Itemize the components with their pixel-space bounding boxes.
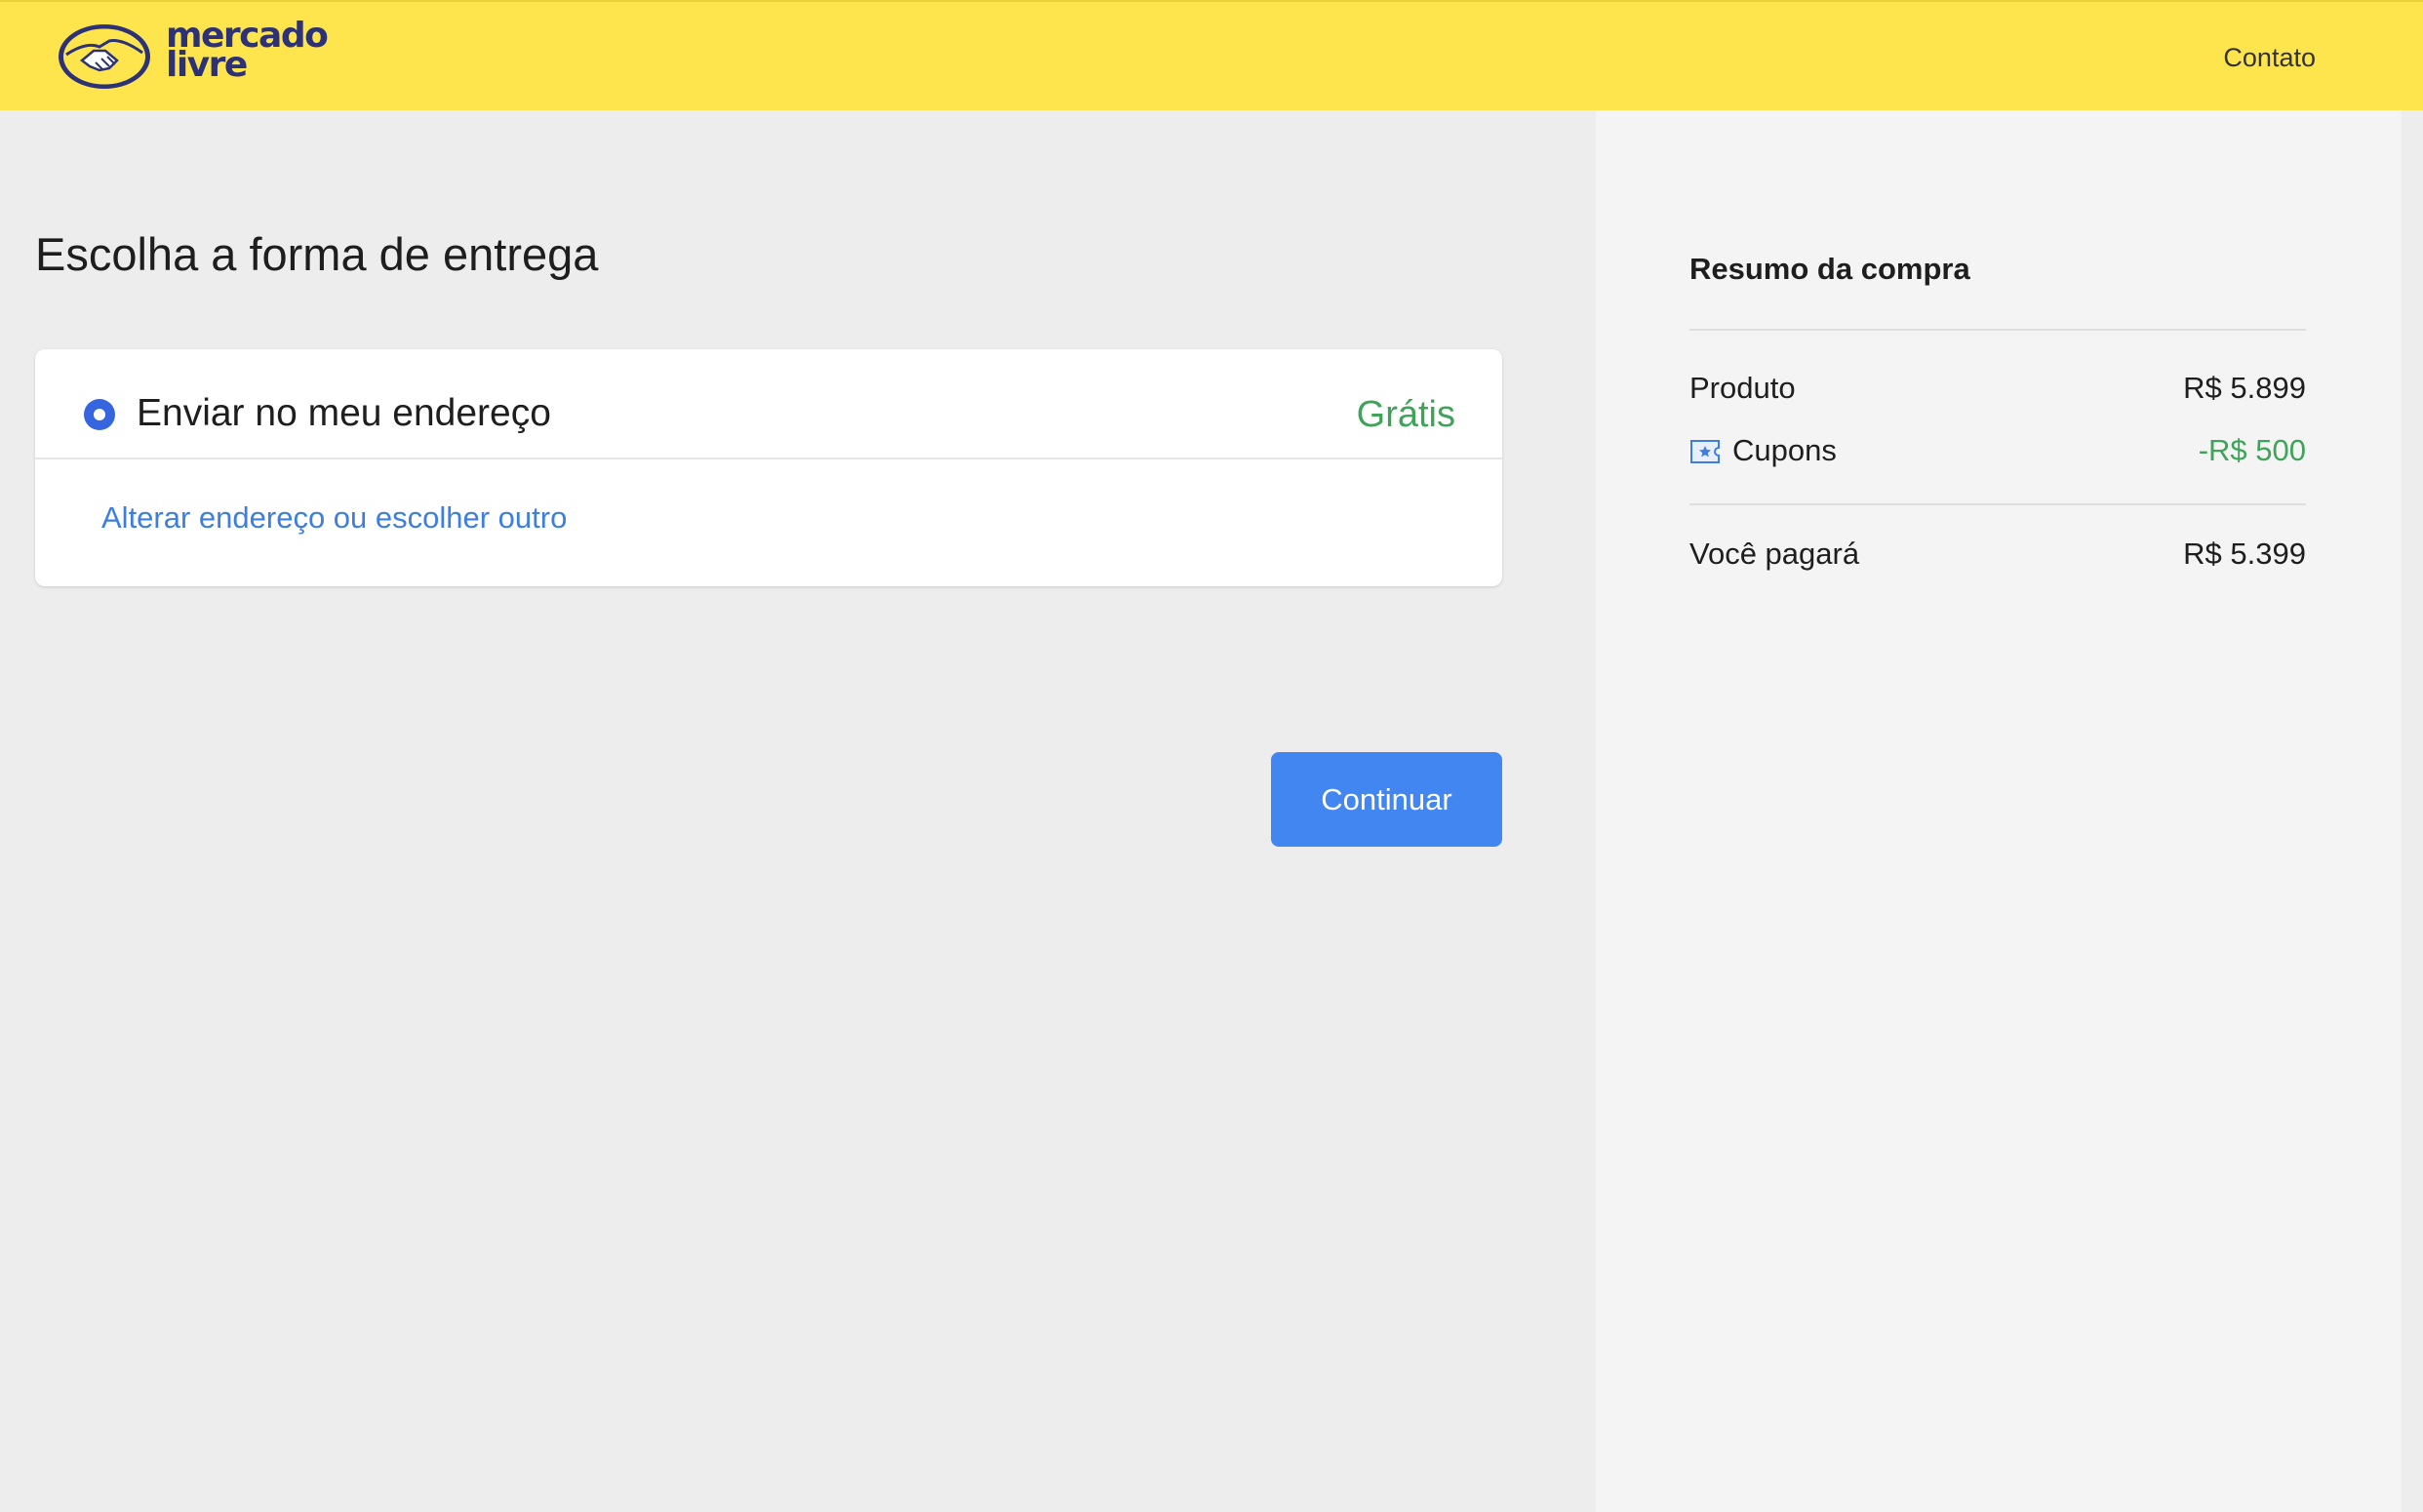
contact-link[interactable]: Contato [2223,43,2316,73]
page-title: Escolha a forma de entrega [35,228,599,280]
shipping-option-radio[interactable] [84,399,115,430]
summary-title: Resumo da compra [1689,252,1970,286]
change-address-link[interactable]: Alterar endereço ou escolher outro [101,500,567,536]
summary-divider-top [1689,329,2306,331]
handshake-logo-icon [59,24,150,89]
header: mercado livre Contato [0,0,2423,110]
shipping-main: Escolha a forma de entrega Enviar no meu… [0,110,1596,1512]
summary-row-coupons[interactable]: Cupons -R$ 500 [1689,433,2306,472]
card-divider [35,458,1502,459]
summary-total-label: Você pagará [1689,537,1860,571]
summary-divider-bottom [1689,503,2306,505]
purchase-summary: Resumo da compra Produto R$ 5.899 Cupons… [1596,110,2402,1512]
continue-button[interactable]: Continuar [1271,752,1502,847]
shipping-option-card: Enviar no meu endereço Grátis [35,349,1502,586]
coupon-icon [1690,440,1720,463]
summary-product-label: Produto [1689,371,1796,405]
summary-product-value: R$ 5.899 [2183,371,2306,405]
page-right-gutter [2402,110,2423,1512]
summary-row-product: Produto R$ 5.899 [1689,371,2306,410]
summary-total-value: R$ 5.399 [2183,537,2306,571]
shipping-option-home[interactable]: Enviar no meu endereço Grátis [35,349,1502,586]
summary-coupons-value: -R$ 500 [2198,433,2306,467]
summary-row-total: Você pagará R$ 5.399 [1689,537,2306,576]
mercado-livre-logo[interactable]: mercado livre [57,19,330,92]
shipping-option-price: Grátis [1356,394,1455,435]
logo-wordmark: mercado livre [166,19,329,83]
shipping-option-label: Enviar no meu endereço [137,392,551,434]
summary-coupons-label: Cupons [1732,433,1837,467]
